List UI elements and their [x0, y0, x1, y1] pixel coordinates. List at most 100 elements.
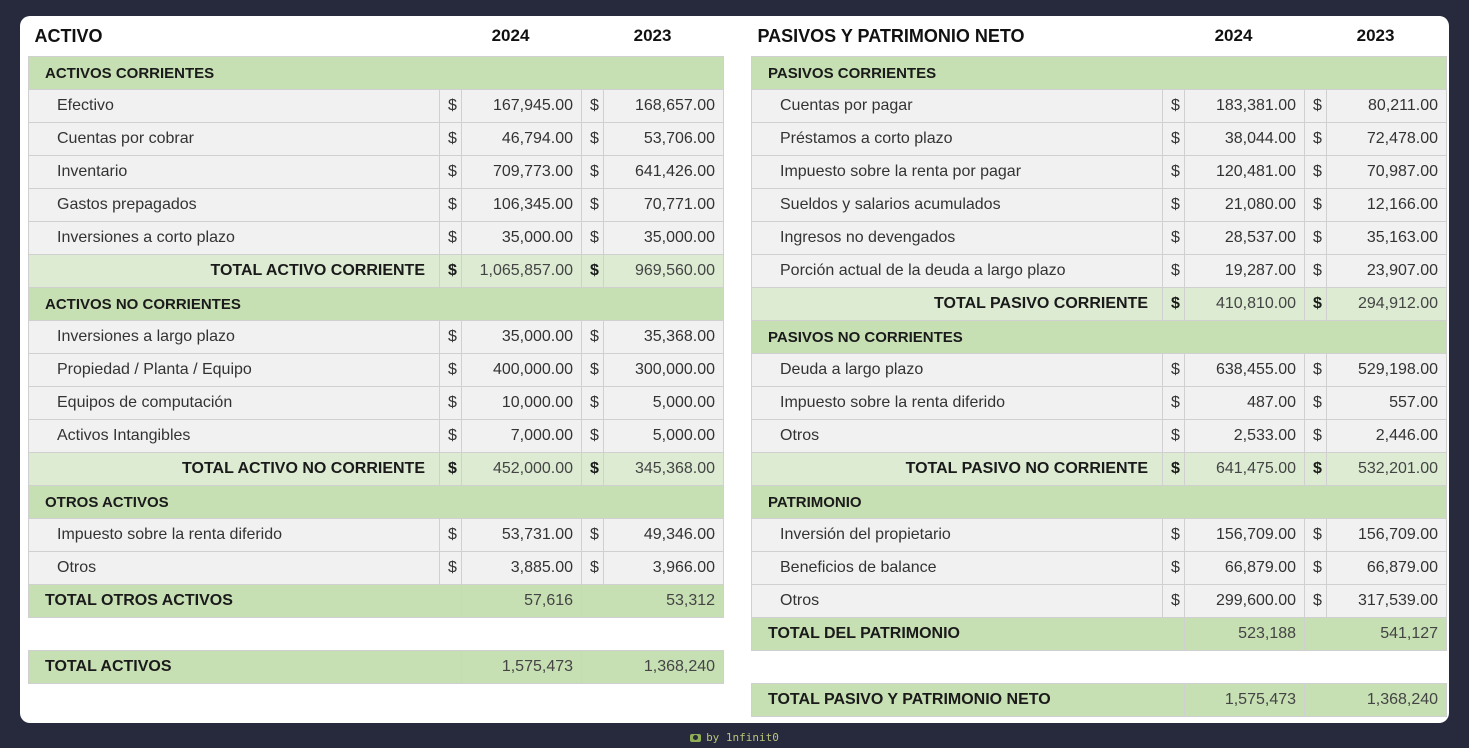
value-2024[interactable]: 3,885.00 [460, 551, 583, 585]
row-label[interactable]: Otros [751, 419, 1163, 453]
table-row[interactable]: Deuda a largo plazo $ 638,455.00 $ 529,1… [751, 353, 1448, 387]
value-2023[interactable]: 5,000.00 [603, 386, 725, 420]
row-label[interactable]: Inversión del propietario [751, 518, 1163, 552]
total-2024[interactable]: 641,475.00 [1183, 452, 1306, 486]
value-2024[interactable]: 120,481.00 [1183, 155, 1306, 189]
table-row[interactable]: Cuentas por pagar $ 183,381.00 $ 80,211.… [751, 89, 1448, 123]
total-2023[interactable]: 541,127 [1304, 617, 1448, 651]
value-2023[interactable]: 35,368.00 [603, 320, 725, 354]
value-2024[interactable]: 28,537.00 [1183, 221, 1306, 255]
row-label[interactable]: Beneficios de balance [751, 551, 1163, 585]
value-2024[interactable]: 106,345.00 [460, 188, 583, 222]
value-2024[interactable]: 156,709.00 [1183, 518, 1306, 552]
row-label[interactable]: Equipos de computación [28, 386, 440, 420]
total-row[interactable]: TOTAL PASIVO NO CORRIENTE $ 641,475.00 $… [751, 452, 1448, 486]
table-row[interactable]: Inversión del propietario $ 156,709.00 $… [751, 518, 1448, 552]
total-2023[interactable]: 969,560.00 [603, 254, 725, 288]
value-2024[interactable]: 167,945.00 [460, 89, 583, 123]
value-2023[interactable]: 49,346.00 [603, 518, 725, 552]
row-label[interactable]: Inventario [28, 155, 440, 189]
table-row[interactable]: Inversiones a largo plazo $ 35,000.00 $ … [28, 320, 725, 354]
row-label[interactable]: Impuesto sobre la renta por pagar [751, 155, 1163, 189]
total-row[interactable]: TOTAL ACTIVO NO CORRIENTE $ 452,000.00 $… [28, 452, 725, 486]
table-row[interactable]: Equipos de computación $ 10,000.00 $ 5,0… [28, 386, 725, 420]
table-row[interactable]: Impuesto sobre la renta por pagar $ 120,… [751, 155, 1448, 189]
value-2024[interactable]: 21,080.00 [1183, 188, 1306, 222]
value-2023[interactable]: 12,166.00 [1326, 188, 1448, 222]
row-label[interactable]: Otros [751, 584, 1163, 618]
table-row[interactable]: Inventario $ 709,773.00 $ 641,426.00 [28, 155, 725, 189]
value-2023[interactable]: 80,211.00 [1326, 89, 1448, 123]
grand-total-row[interactable]: TOTAL PASIVO Y PATRIMONIO NETO 1,575,473… [751, 683, 1448, 717]
value-2023[interactable]: 53,706.00 [603, 122, 725, 156]
total-2024[interactable]: 57,616 [460, 584, 583, 618]
table-row[interactable]: Propiedad / Planta / Equipo $ 400,000.00… [28, 353, 725, 387]
grand-total-2023[interactable]: 1,368,240 [1304, 683, 1448, 717]
total-2024[interactable]: 1,065,857.00 [460, 254, 583, 288]
table-row[interactable]: Préstamos a corto plazo $ 38,044.00 $ 72… [751, 122, 1448, 156]
row-label[interactable]: Cuentas por cobrar [28, 122, 440, 156]
row-label[interactable]: Otros [28, 551, 440, 585]
table-row[interactable]: Cuentas por cobrar $ 46,794.00 $ 53,706.… [28, 122, 725, 156]
value-2023[interactable]: 300,000.00 [603, 353, 725, 387]
table-row[interactable]: Gastos prepagados $ 106,345.00 $ 70,771.… [28, 188, 725, 222]
row-label[interactable]: Activos Intangibles [28, 419, 440, 453]
value-2024[interactable]: 638,455.00 [1183, 353, 1306, 387]
total-row[interactable]: TOTAL OTROS ACTIVOS 57,616 53,312 [28, 584, 725, 618]
value-2023[interactable]: 35,000.00 [603, 221, 725, 255]
total-label[interactable]: TOTAL OTROS ACTIVOS [28, 584, 462, 618]
row-label[interactable]: Inversiones a corto plazo [28, 221, 440, 255]
table-row[interactable]: Ingresos no devengados $ 28,537.00 $ 35,… [751, 221, 1448, 255]
total-2024[interactable]: 523,188 [1183, 617, 1306, 651]
grand-total-2024[interactable]: 1,575,473 [1183, 683, 1306, 717]
row-label[interactable]: Préstamos a corto plazo [751, 122, 1163, 156]
row-label[interactable]: Impuesto sobre la renta diferido [751, 386, 1163, 420]
value-2024[interactable]: 46,794.00 [460, 122, 583, 156]
total-row[interactable]: TOTAL PASIVO CORRIENTE $ 410,810.00 $ 29… [751, 287, 1448, 321]
row-label[interactable]: Propiedad / Planta / Equipo [28, 353, 440, 387]
table-row[interactable]: Otros $ 299,600.00 $ 317,539.00 [751, 584, 1448, 618]
table-row[interactable]: Otros $ 2,533.00 $ 2,446.00 [751, 419, 1448, 453]
table-row[interactable]: Sueldos y salarios acumulados $ 21,080.0… [751, 188, 1448, 222]
total-2023[interactable]: 294,912.00 [1326, 287, 1448, 321]
grand-total-2023[interactable]: 1,368,240 [581, 650, 725, 684]
total-2024[interactable]: 410,810.00 [1183, 287, 1306, 321]
value-2023[interactable]: 70,987.00 [1326, 155, 1448, 189]
table-row[interactable]: Porción actual de la deuda a largo plazo… [751, 254, 1448, 288]
value-2023[interactable]: 3,966.00 [603, 551, 725, 585]
total-label[interactable]: TOTAL ACTIVO CORRIENTE [28, 254, 440, 288]
total-2024[interactable]: 452,000.00 [460, 452, 583, 486]
grand-total-label[interactable]: TOTAL ACTIVOS [28, 650, 462, 684]
value-2023[interactable]: 23,907.00 [1326, 254, 1448, 288]
value-2023[interactable]: 66,879.00 [1326, 551, 1448, 585]
value-2024[interactable]: 66,879.00 [1183, 551, 1306, 585]
grand-total-row[interactable]: TOTAL ACTIVOS 1,575,473 1,368,240 [28, 650, 725, 684]
value-2024[interactable]: 7,000.00 [460, 419, 583, 453]
total-2023[interactable]: 532,201.00 [1326, 452, 1448, 486]
total-2023[interactable]: 53,312 [581, 584, 725, 618]
row-label[interactable]: Porción actual de la deuda a largo plazo [751, 254, 1163, 288]
value-2024[interactable]: 19,287.00 [1183, 254, 1306, 288]
row-label[interactable]: Deuda a largo plazo [751, 353, 1163, 387]
row-label[interactable]: Gastos prepagados [28, 188, 440, 222]
table-row[interactable]: Beneficios de balance $ 66,879.00 $ 66,8… [751, 551, 1448, 585]
total-row[interactable]: TOTAL ACTIVO CORRIENTE $ 1,065,857.00 $ … [28, 254, 725, 288]
value-2024[interactable]: 38,044.00 [1183, 122, 1306, 156]
row-label[interactable]: Inversiones a largo plazo [28, 320, 440, 354]
value-2023[interactable]: 641,426.00 [603, 155, 725, 189]
table-row[interactable]: Inversiones a corto plazo $ 35,000.00 $ … [28, 221, 725, 255]
row-label[interactable]: Efectivo [28, 89, 440, 123]
value-2023[interactable]: 156,709.00 [1326, 518, 1448, 552]
value-2023[interactable]: 168,657.00 [603, 89, 725, 123]
value-2024[interactable]: 10,000.00 [460, 386, 583, 420]
total-label[interactable]: TOTAL PASIVO NO CORRIENTE [751, 452, 1163, 486]
grand-total-2024[interactable]: 1,575,473 [460, 650, 583, 684]
value-2024[interactable]: 2,533.00 [1183, 419, 1306, 453]
total-label[interactable]: TOTAL PASIVO CORRIENTE [751, 287, 1163, 321]
value-2024[interactable]: 183,381.00 [1183, 89, 1306, 123]
total-2023[interactable]: 345,368.00 [603, 452, 725, 486]
table-row[interactable]: Impuesto sobre la renta diferido $ 53,73… [28, 518, 725, 552]
row-label[interactable]: Ingresos no devengados [751, 221, 1163, 255]
table-row[interactable]: Impuesto sobre la renta diferido $ 487.0… [751, 386, 1448, 420]
table-row[interactable]: Activos Intangibles $ 7,000.00 $ 5,000.0… [28, 419, 725, 453]
